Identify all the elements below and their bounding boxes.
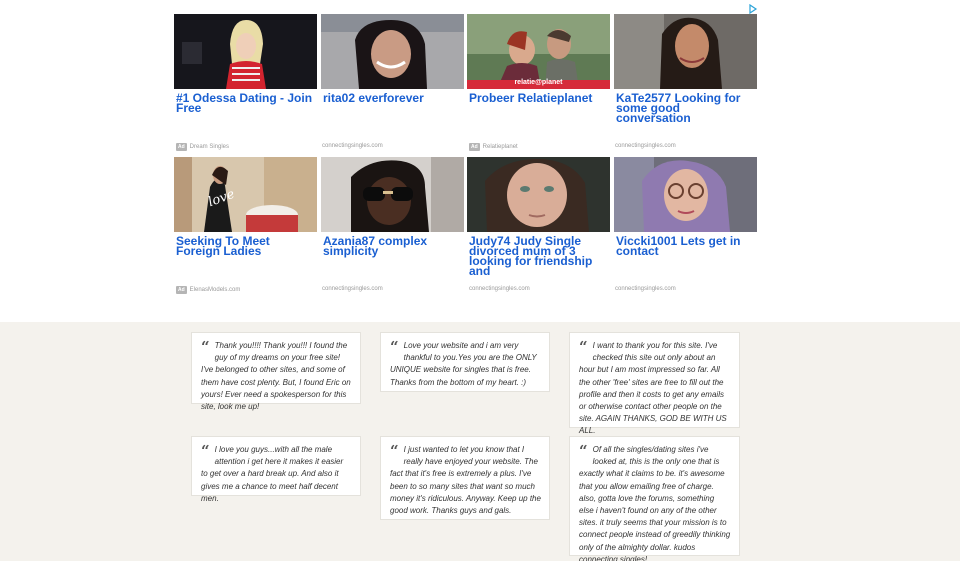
testimonial-text-6: Of all the singles/dating sites i've loo… <box>579 445 731 561</box>
ad-title-8[interactable]: Viccki1001 Lets get in contact <box>614 235 757 257</box>
ad-thumbnail-7[interactable] <box>467 157 610 232</box>
ad-thumbnail-2[interactable] <box>321 14 464 89</box>
quote-icon: “ <box>201 338 210 356</box>
sponsored-ads-grid: #1 Odessa Dating - Join Free rita02 ever… <box>0 0 960 322</box>
ad-thumbnail-8[interactable] <box>614 157 757 232</box>
testimonial-card-3: “ I want to thank you for this site. I'v… <box>569 332 740 435</box>
ad-badge: Ad <box>469 143 480 151</box>
ad-source-label-6: connectingsingles.com <box>322 286 383 292</box>
ad-thumbnail-5[interactable]: love <box>174 157 317 232</box>
quote-icon: “ <box>201 442 210 460</box>
ad-title-2[interactable]: rita02 everforever <box>321 92 464 104</box>
ad-card-4[interactable]: KaTe2577 Looking for some good conversat… <box>614 14 757 124</box>
ad-source-label-3: Relatieplanet <box>482 144 518 150</box>
ad-title-5[interactable]: Seeking To Meet Foreign Ladies <box>174 235 317 257</box>
ad-source-1: Ad Dream Singles <box>176 143 229 151</box>
ad-source-label-8: connectingsingles.com <box>615 286 676 292</box>
quote-icon: “ <box>390 442 399 460</box>
ad-source-3: Ad Relatieplanet <box>469 143 518 151</box>
ad-thumbnail-1[interactable] <box>174 14 317 89</box>
testimonial-text-1: Thank you!!!! Thank you!!! I found the g… <box>201 341 351 412</box>
ad-source-label-2: connectingsingles.com <box>322 143 383 149</box>
quote-icon: “ <box>579 442 588 460</box>
quote-icon: “ <box>579 338 588 356</box>
ad-image-caption-3: relatie@planet <box>514 79 563 86</box>
ad-thumbnail-3[interactable]: relatie@planet <box>467 14 610 89</box>
ad-title-1[interactable]: #1 Odessa Dating - Join Free <box>174 92 317 114</box>
testimonial-card-1: “ Thank you!!!! Thank you!!! I found the… <box>191 332 361 411</box>
ad-source-label-7: connectingsingles.com <box>469 286 530 292</box>
ad-card-2[interactable]: rita02 everforever <box>321 14 464 104</box>
ad-source-label-4: connectingsingles.com <box>615 143 676 149</box>
testimonial-text-3: I want to thank you for this site. I've … <box>579 341 727 436</box>
ad-title-4[interactable]: KaTe2577 Looking for some good conversat… <box>614 92 757 124</box>
ad-source-4: connectingsingles.com <box>615 143 676 149</box>
testimonial-text-2: Love your website and i am very thankful… <box>390 341 537 387</box>
testimonial-card-5: “ I just wanted to let you know that I r… <box>380 436 550 520</box>
ad-card-5[interactable]: love Seeking To Meet Foreign Ladies <box>174 157 317 257</box>
ad-title-7[interactable]: Judy74 Judy Single divorced mum of 3 loo… <box>467 235 610 277</box>
ad-card-1[interactable]: #1 Odessa Dating - Join Free <box>174 14 317 114</box>
ad-badge: Ad <box>176 143 187 151</box>
ad-thumbnail-4[interactable] <box>614 14 757 89</box>
ad-title-3[interactable]: Probeer Relatieplanet <box>467 92 610 104</box>
testimonial-card-6: “ Of all the singles/dating sites i've l… <box>569 436 740 561</box>
testimonial-card-2: “ Love your website and i am very thankf… <box>380 332 550 392</box>
ad-thumbnail-6[interactable] <box>321 157 464 232</box>
adchoices-icon[interactable] <box>748 3 758 15</box>
ad-badge: Ad <box>176 286 187 294</box>
ad-card-6[interactable]: Azania87 complex simplicity <box>321 157 464 257</box>
testimonial-text-4: I love you guys...with all the male atte… <box>201 445 344 503</box>
testimonials-section: “ Thank you!!!! Thank you!!! I found the… <box>0 322 960 561</box>
ad-source-5: Ad ElenasModels.com <box>176 286 240 294</box>
ad-source-2: connectingsingles.com <box>322 143 383 149</box>
ad-title-6[interactable]: Azania87 complex simplicity <box>321 235 464 257</box>
ad-source-label-1: Dream Singles <box>189 144 230 150</box>
ad-card-8[interactable]: Viccki1001 Lets get in contact <box>614 157 757 257</box>
ad-source-7: connectingsingles.com <box>469 286 530 292</box>
ad-card-7[interactable]: Judy74 Judy Single divorced mum of 3 loo… <box>467 157 610 277</box>
quote-icon: “ <box>390 338 399 356</box>
ad-source-label-5: ElenasModels.com <box>189 287 241 293</box>
ad-card-3[interactable]: relatie@planet Probeer Relatieplanet <box>467 14 610 104</box>
testimonial-text-5: I just wanted to let you know that I rea… <box>390 445 541 516</box>
testimonial-card-4: “ I love you guys...with all the male at… <box>191 436 361 503</box>
ad-source-6: connectingsingles.com <box>322 286 383 292</box>
ad-source-8: connectingsingles.com <box>615 286 676 292</box>
